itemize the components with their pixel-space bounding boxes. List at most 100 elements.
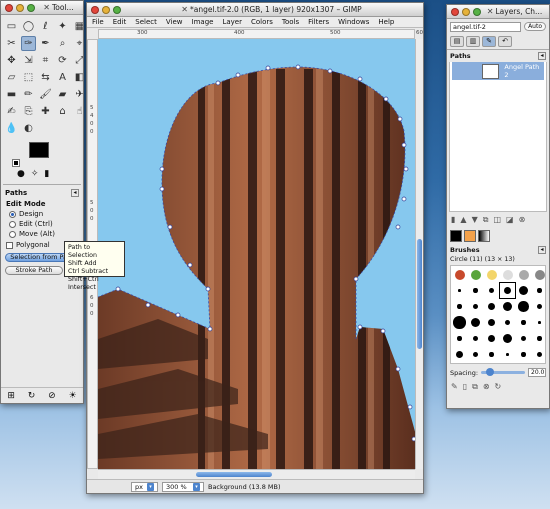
brush-preview[interactable]	[452, 267, 467, 282]
brush-preview[interactable]	[500, 315, 515, 330]
layers-titlebar[interactable]: ✕ Layers, Ch...	[447, 5, 549, 19]
ink-icon[interactable]: ✍	[4, 104, 19, 119]
brush-preview[interactable]	[468, 283, 483, 298]
image-combo[interactable]: angel.tif-2	[450, 21, 522, 32]
brush-preview[interactable]	[468, 267, 483, 282]
zoom-select[interactable]: 300 % ▾	[161, 481, 204, 492]
duplicate-path-icon[interactable]: ⧉	[483, 215, 489, 225]
minimize-button[interactable]	[16, 3, 24, 12]
default-colors-icon[interactable]	[12, 159, 20, 167]
minimize-button[interactable]	[102, 5, 110, 14]
chevron-down-icon[interactable]: ▾	[192, 482, 200, 491]
perspective-icon[interactable]: ⬚	[21, 70, 36, 85]
airbrush-icon[interactable]: ✈	[72, 87, 83, 102]
zoom-button[interactable]	[473, 7, 481, 16]
raise-path-icon[interactable]: ▲	[460, 215, 466, 225]
text-icon[interactable]: A	[55, 70, 70, 85]
save-options-icon[interactable]: ⊞	[7, 391, 15, 401]
menu-view[interactable]: View	[166, 18, 183, 26]
auto-button[interactable]: Auto	[524, 22, 546, 31]
slider-handle[interactable]	[485, 368, 494, 376]
delete-options-icon[interactable]: ⊘	[48, 391, 56, 401]
scale-icon[interactable]: ⤢	[72, 53, 84, 68]
brush-preview[interactable]	[468, 299, 483, 314]
brush-preview[interactable]	[499, 282, 516, 299]
menu-help[interactable]: Help	[378, 18, 394, 26]
brush-tab-icon[interactable]	[450, 230, 462, 242]
brush-preview[interactable]	[452, 331, 467, 346]
brush-preview[interactable]	[532, 347, 547, 362]
horizontal-scrollbar[interactable]	[98, 469, 415, 479]
blur-icon[interactable]: 💧	[4, 121, 19, 136]
brush-preview[interactable]	[532, 267, 547, 282]
selection-to-path-icon[interactable]: ◪	[506, 215, 514, 225]
close-button[interactable]	[451, 7, 459, 16]
brush-preview[interactable]	[532, 283, 547, 298]
menu-filters[interactable]: Filters	[308, 18, 329, 26]
brush-preview[interactable]	[452, 347, 467, 362]
menu-image[interactable]: Image	[192, 18, 214, 26]
close-button[interactable]	[91, 5, 99, 14]
gradient-indicator-icon[interactable]: ▮	[44, 169, 49, 179]
brush-preview[interactable]	[516, 315, 531, 330]
zoom-button[interactable]	[113, 5, 121, 14]
paths-icon[interactable]: ✑	[21, 36, 36, 51]
pattern-tab-icon[interactable]	[464, 230, 476, 242]
bucket-fill-icon[interactable]: ◧	[72, 70, 83, 85]
fuzzy-select-icon[interactable]: ✦	[55, 19, 70, 34]
horizontal-scroll-thumb[interactable]	[196, 472, 272, 477]
new-path-icon[interactable]: ▮	[451, 215, 455, 225]
vertical-scroll-thumb[interactable]	[417, 239, 422, 349]
mode-move[interactable]: Move (Alt)	[1, 229, 83, 239]
stroke-path-button[interactable]: Stroke Path	[5, 266, 63, 275]
brush-preview[interactable]	[452, 283, 467, 298]
mode-edit[interactable]: Edit (Ctrl)	[1, 219, 83, 229]
path-row[interactable]: Angel Path 2	[452, 62, 544, 80]
tab-undo[interactable]: ↶	[498, 36, 512, 47]
brush-preview[interactable]	[452, 299, 467, 314]
horizontal-ruler[interactable]: 300 400 500 600	[98, 29, 423, 39]
unit-select[interactable]: px ▾	[131, 481, 158, 492]
spacing-value-field[interactable]: 20.0	[528, 368, 546, 377]
clone-icon[interactable]: ⎘	[21, 104, 36, 119]
image-titlebar[interactable]: ✕ *angel.tif-2.0 (RGB, 1 layer) 920x1307 …	[87, 3, 423, 17]
flip-icon[interactable]: ⇆	[38, 70, 53, 85]
brush-preview[interactable]	[484, 315, 499, 330]
select-by-color-icon[interactable]: ▦	[72, 19, 83, 34]
brush-preview[interactable]	[516, 299, 531, 314]
restore-options-icon[interactable]: ↻	[28, 391, 36, 401]
shear-icon[interactable]: ▱	[4, 70, 19, 85]
brush-preview[interactable]	[500, 299, 515, 314]
perspective-clone-icon[interactable]: ⌂	[55, 104, 70, 119]
delete-path-icon[interactable]: ⊗	[519, 215, 526, 225]
brush-preview[interactable]	[468, 347, 483, 362]
scissors-icon[interactable]: ✂	[4, 36, 19, 51]
brush-preview[interactable]	[500, 347, 515, 362]
brush-preview[interactable]	[532, 331, 547, 346]
brush-preview[interactable]	[468, 331, 483, 346]
toolbox-titlebar[interactable]: ✕ Tool...	[1, 1, 83, 15]
brush-preview[interactable]	[516, 283, 531, 298]
radio-icon[interactable]	[9, 230, 16, 238]
tab-channels[interactable]: ▥	[466, 36, 480, 47]
smudge-icon[interactable]: ☝	[72, 104, 83, 119]
close-tab-icon[interactable]: ◂	[71, 189, 79, 197]
menu-edit[interactable]: Edit	[113, 18, 127, 26]
blend-icon[interactable]: ▬	[4, 87, 19, 102]
checkbox-icon[interactable]	[6, 241, 13, 249]
gradient-tab-icon[interactable]	[478, 230, 490, 242]
brush-preview[interactable]	[500, 331, 515, 346]
brush-preview[interactable]	[484, 347, 499, 362]
align-icon[interactable]: ⇲	[21, 53, 36, 68]
radio-icon[interactable]	[9, 220, 16, 228]
pencil-icon[interactable]: ✏	[21, 87, 36, 102]
duplicate-brush-icon[interactable]: ⧉	[472, 382, 478, 392]
brush-preview[interactable]	[532, 299, 547, 314]
brush-preview[interactable]	[484, 283, 499, 298]
tab-layers[interactable]: ▤	[450, 36, 464, 47]
brush-preview[interactable]	[516, 267, 531, 282]
eraser-icon[interactable]: ▰	[55, 87, 70, 102]
brush-indicator-icon[interactable]: ●	[17, 169, 25, 179]
close-tab-icon[interactable]: ◂	[538, 246, 546, 254]
menu-file[interactable]: File	[92, 18, 104, 26]
